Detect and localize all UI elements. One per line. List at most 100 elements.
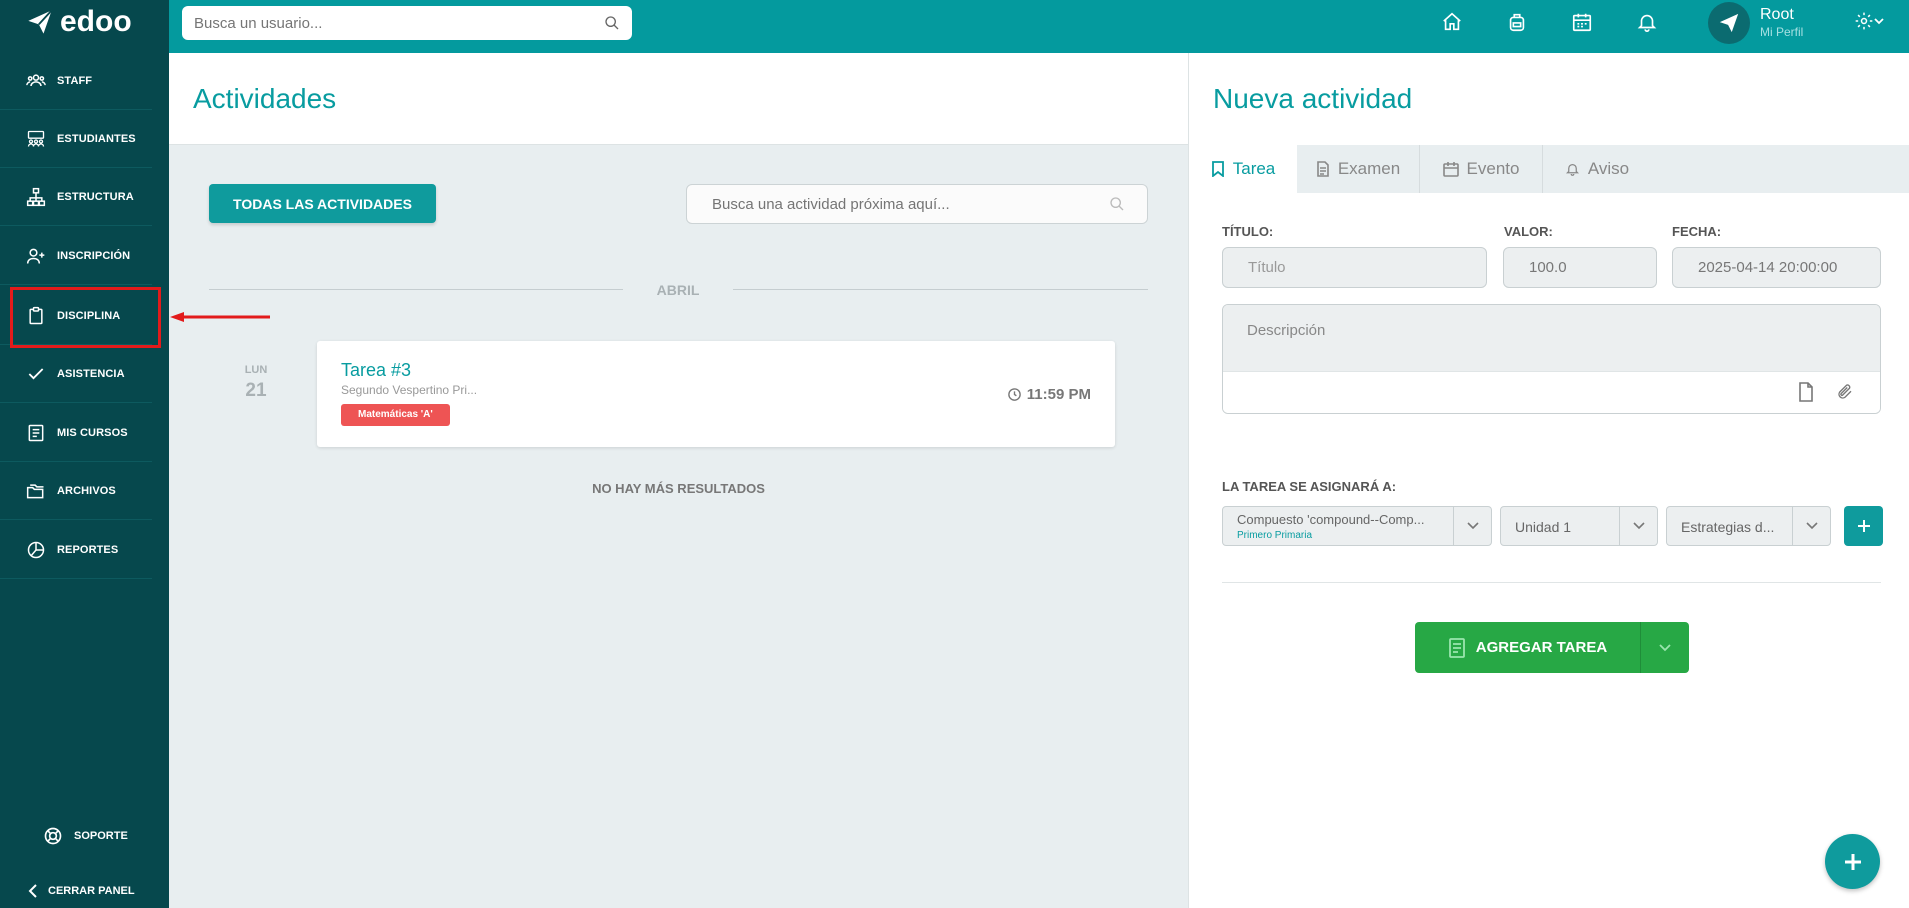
lifebuoy-icon — [44, 827, 62, 845]
gear-icon — [1855, 12, 1873, 30]
activity-card[interactable]: Tarea #3 Segundo Vespertino Pri... Matem… — [317, 341, 1115, 447]
activities-header: Actividades — [169, 53, 1188, 145]
sidebar-item-label: ARCHIVOS — [57, 485, 116, 497]
bell-icon[interactable] — [1636, 11, 1658, 33]
activity-title[interactable]: Tarea #3 — [341, 360, 411, 381]
day-name: LUN — [244, 364, 268, 376]
bell-icon — [1565, 164, 1579, 176]
close-panel-label: CERRAR PANEL — [48, 885, 135, 897]
support-link[interactable]: SOPORTE — [43, 826, 128, 846]
courses-icon — [28, 424, 44, 442]
course-tag: Matemáticas 'A' — [341, 404, 450, 426]
sidebar-item-inscripcion[interactable]: INSCRIPCIÓN — [0, 228, 152, 285]
check-icon — [28, 368, 44, 380]
search-icon[interactable] — [604, 15, 620, 31]
strategy-select[interactable]: Estrategias d... — [1666, 506, 1831, 546]
tab-aviso[interactable]: Aviso — [1543, 145, 1651, 193]
assign-label: LA TAREA SE ASIGNARÁ A: — [1222, 479, 1397, 494]
sidebar-item-estudiantes[interactable]: ESTUDIANTES — [0, 111, 152, 168]
structure-icon — [26, 187, 46, 207]
caret-down-icon — [1874, 18, 1884, 25]
description-editor[interactable]: Descripción — [1222, 304, 1881, 414]
avatar[interactable] — [1708, 2, 1750, 44]
sidebar-item-label: INSCRIPCIÓN — [57, 250, 131, 262]
tab-label: Aviso — [1587, 159, 1630, 178]
settings-menu[interactable] — [1854, 11, 1884, 31]
add-task-button-group: AGREGAR TAREA — [1415, 622, 1689, 673]
chevron-down-icon — [1453, 507, 1491, 545]
topbar: Root Mi Perfil — [169, 0, 1909, 53]
bookmark-icon — [1211, 161, 1224, 177]
app-logo[interactable]: edoo — [0, 0, 169, 44]
tab-label: Evento — [1466, 159, 1520, 178]
clock-icon — [1007, 388, 1021, 401]
file-icon[interactable] — [1798, 382, 1814, 402]
add-task-button[interactable]: AGREGAR TAREA — [1415, 622, 1640, 673]
sidebar-item-archivos[interactable]: ARCHIVOS — [0, 463, 152, 520]
sidebar-item-reportes[interactable]: REPORTES — [0, 522, 152, 579]
tab-tarea[interactable]: Tarea — [1189, 145, 1297, 193]
sidebar-item-label: REPORTES — [57, 544, 119, 556]
user-search[interactable] — [182, 6, 632, 40]
sidebar-item-label: DISCIPLINA — [57, 310, 121, 322]
backpack-icon[interactable] — [1506, 11, 1528, 33]
tab-evento[interactable]: Evento — [1420, 145, 1543, 193]
search-icon[interactable] — [1109, 196, 1125, 212]
sidebar-item-label: ASISTENCIA — [57, 368, 125, 380]
user-search-input[interactable] — [194, 14, 593, 32]
tab-examen[interactable]: Examen — [1297, 145, 1420, 193]
value-input[interactable]: 100.0 — [1503, 247, 1657, 288]
floating-add-button[interactable] — [1825, 834, 1880, 889]
plus-icon — [1857, 520, 1870, 532]
sidebar-item-mis-cursos[interactable]: MIS CURSOS — [0, 405, 152, 462]
user-profile-link[interactable]: Mi Perfil — [1760, 25, 1803, 39]
sidebar-item-estructura[interactable]: ESTRUCTURA — [0, 169, 152, 226]
sidebar: edoo STAFF ESTUDIANTES ESTRUCTURA INSCRI… — [0, 0, 169, 908]
unit-select[interactable]: Unidad 1 — [1500, 506, 1658, 546]
add-task-dropdown[interactable] — [1640, 622, 1689, 673]
chevron-down-icon — [1792, 507, 1830, 545]
date-input[interactable]: 2025-04-14 20:00:00 — [1672, 247, 1881, 288]
month-label: ABRIL — [656, 282, 700, 298]
sidebar-item-label: ESTUDIANTES — [57, 133, 136, 145]
clipboard-icon — [29, 306, 43, 325]
course-select-sub: Primero Primaria — [1237, 530, 1313, 541]
tab-label: Examen — [1337, 159, 1401, 178]
unit-select-value: Unidad 1 — [1515, 519, 1572, 535]
sidebar-item-disciplina[interactable]: DISCIPLINA — [0, 288, 152, 345]
sidebar-item-label: ESTRUCTURA — [57, 191, 134, 203]
add-task-label: AGREGAR TAREA — [1475, 639, 1608, 656]
activity-subtitle: Segundo Vespertino Pri... — [341, 383, 478, 397]
divider — [733, 289, 1148, 290]
activity-search[interactable] — [686, 184, 1148, 224]
sidebar-item-asistencia[interactable]: ASISTENCIA — [0, 346, 152, 403]
red-arrow-annotation — [170, 312, 270, 322]
divider — [209, 289, 623, 290]
day-number: 21 — [245, 380, 267, 401]
title-input[interactable]: Título — [1222, 247, 1487, 288]
home-icon[interactable] — [1441, 11, 1463, 33]
paperclip-icon[interactable] — [1836, 382, 1854, 402]
close-panel-button[interactable]: CERRAR PANEL — [27, 884, 135, 898]
chevron-down-icon — [1619, 507, 1657, 545]
page-title: Actividades — [193, 83, 337, 114]
plus-icon — [1844, 853, 1861, 870]
course-select[interactable]: Compuesto 'compound--Comp... Primero Pri… — [1222, 506, 1492, 546]
tab-label: Tarea — [1232, 159, 1276, 178]
chevron-down-icon — [1659, 643, 1671, 651]
document-icon — [1317, 161, 1329, 177]
course-select-value: Compuesto 'compound--Comp... — [1237, 512, 1425, 527]
activity-type-tabs: Tarea Examen Evento Aviso — [1189, 145, 1909, 193]
divider — [1222, 582, 1881, 583]
calendar-icon[interactable] — [1571, 11, 1593, 33]
user-name[interactable]: Root — [1760, 6, 1794, 24]
new-activity-panel: Nueva actividad Tarea Examen Evento Avis… — [1188, 53, 1909, 908]
add-assignment-button[interactable] — [1844, 506, 1883, 546]
folders-icon — [26, 484, 44, 499]
no-more-results: NO HAY MÁS RESULTADOS — [592, 481, 765, 496]
activity-search-input[interactable] — [712, 195, 1092, 213]
all-activities-button[interactable]: TODAS LAS ACTIVIDADES — [209, 184, 436, 223]
pie-chart-icon — [27, 541, 45, 559]
sidebar-item-staff[interactable]: STAFF — [0, 53, 152, 110]
sidebar-item-label: STAFF — [57, 75, 93, 87]
